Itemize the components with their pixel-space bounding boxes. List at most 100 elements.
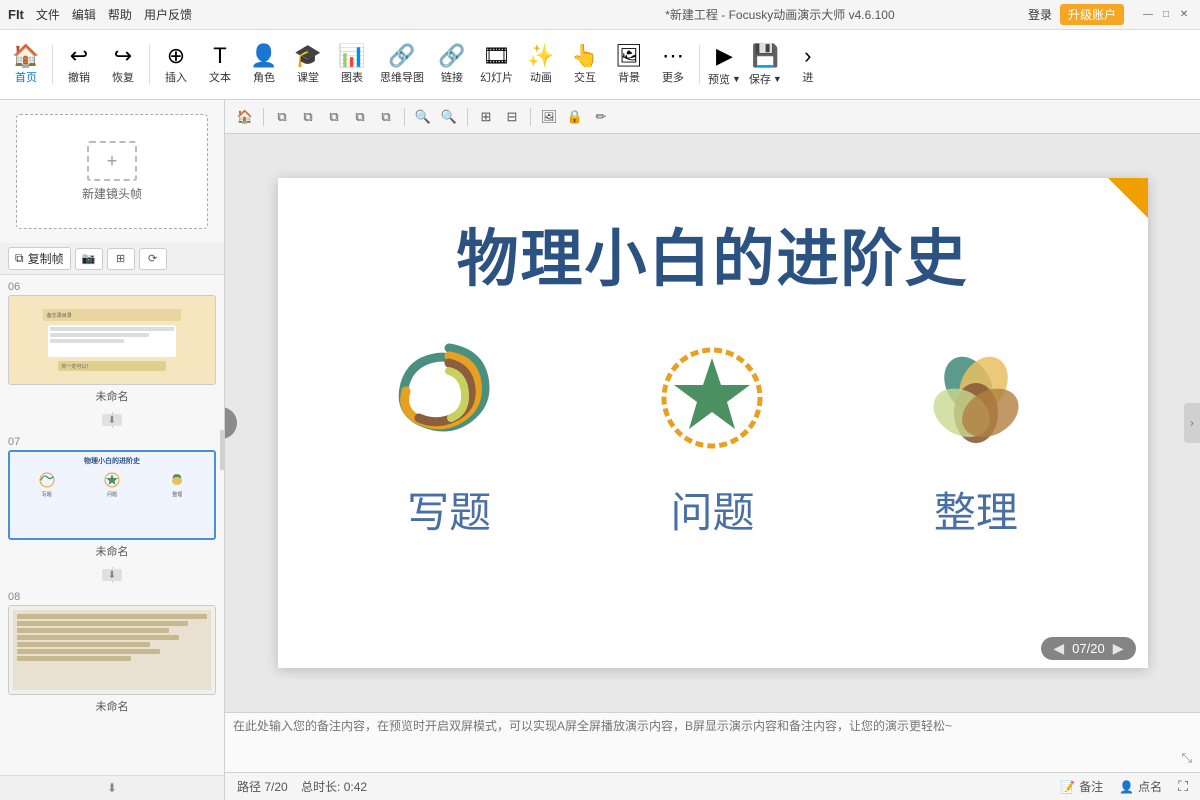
toolbar-undo[interactable]: ↩ 撤销	[57, 41, 101, 89]
lock-btn[interactable]: 🔒	[563, 105, 587, 129]
toolbar-preview[interactable]: ▶ 预览 ▼	[704, 39, 745, 91]
toolbar-bg[interactable]: 🖼 背景	[607, 41, 651, 89]
zoom-in-btn[interactable]: 🔍	[411, 105, 435, 129]
login-button[interactable]: 登录	[1028, 6, 1052, 23]
slideshow-label: 幻灯片	[480, 69, 513, 85]
app-logo: FIt	[8, 7, 24, 22]
zoom-out-btn[interactable]: 🔍	[437, 105, 461, 129]
notes-expand-button[interactable]: ⤡	[1182, 750, 1192, 766]
canvas-toolbar: 🏠 ⧉ ⧉ ⧉ ⧉ ⧉ 🔍 🔍 ⊞ ⊟ 🖼 🔒 ✏	[225, 100, 1200, 134]
slide-item-08[interactable]: 08 未命名	[0, 585, 224, 720]
thumb-06-content: 备忘录目录 你一定可以！	[9, 296, 215, 384]
canvas-content: 7 物理小白的进阶史	[225, 134, 1200, 712]
toolbar-text[interactable]: T 文本	[198, 41, 242, 89]
upgrade-button[interactable]: 升级账户	[1060, 4, 1124, 25]
slide-thumb-06: 备忘录目录 你一定可以！	[8, 295, 216, 385]
image-btn[interactable]: 🖼	[537, 105, 561, 129]
canvas-copy-btn[interactable]: ⧉	[270, 105, 294, 129]
maximize-button[interactable]: □	[1158, 7, 1174, 23]
slide-name-07: 未命名	[8, 543, 216, 559]
role-label: 角色	[253, 69, 275, 85]
ct-sep-2	[404, 108, 405, 126]
close-button[interactable]: ✕	[1176, 7, 1192, 23]
slide-name-08: 未命名	[8, 698, 216, 714]
window-controls: — □ ✕	[1140, 7, 1192, 23]
toolbar-redo[interactable]: ↪ 恢复	[101, 41, 145, 89]
note-button[interactable]: 📝 备注	[1060, 778, 1103, 795]
toolbar-insert[interactable]: ⊕ 插入	[154, 41, 198, 89]
thumb-icon-2: 问题	[102, 470, 122, 498]
toolbar-role[interactable]: 👤 角色	[242, 41, 286, 89]
fullscreen-button[interactable]: ⛶	[1178, 778, 1188, 795]
canvas-slide[interactable]: 物理小白的进阶史	[278, 178, 1148, 668]
canvas-ungroup-btn[interactable]: ⧉	[374, 105, 398, 129]
counter-next[interactable]: ▶	[1113, 640, 1124, 657]
menu-file[interactable]: 文件	[36, 6, 60, 23]
toolbar-home[interactable]: 🏠 首页	[4, 41, 48, 89]
fit-btn[interactable]: ⊞	[107, 248, 135, 270]
chart-label: 图表	[341, 69, 363, 85]
sidebar-scroll: + 新建镜头帧 ⧉ 复制帧 📷 ⊞ ⟳ 06	[0, 100, 224, 775]
flower-icon	[916, 338, 1036, 463]
thumb-icon-3: 整理	[167, 470, 187, 498]
slide-thumb-08	[8, 605, 216, 695]
more-icon: ⋯	[662, 45, 684, 67]
slide-item-07[interactable]: 07 物理小白的进阶史 写题	[0, 430, 224, 565]
classroom-label: 课堂	[297, 69, 319, 85]
next-label: 进	[802, 69, 813, 85]
transform-btn[interactable]: ⟳	[139, 248, 167, 270]
sidebar: + 新建镜头帧 ⧉ 复制帧 📷 ⊞ ⟳ 06	[0, 100, 225, 800]
grid-btn[interactable]: ⊞	[474, 105, 498, 129]
snap-btn[interactable]: ⊟	[500, 105, 524, 129]
frame-controls: ⧉ 复制帧 📷 ⊞ ⟳	[0, 243, 224, 275]
chart-icon: 📊	[338, 45, 365, 67]
home-label: 首页	[15, 69, 37, 85]
canvas-home-btn[interactable]: 🏠	[233, 105, 257, 129]
toolbar-interact[interactable]: 👆 交互	[563, 41, 607, 89]
plus-icon: +	[107, 151, 118, 172]
status-right: 📝 备注 👤 点名 ⛶	[1060, 778, 1188, 795]
menu-help[interactable]: 帮助	[108, 6, 132, 23]
interact-icon: 👆	[571, 45, 598, 67]
slide-item-06[interactable]: 06 备忘录目录 你一定可以！ 未	[0, 275, 224, 410]
mindmap-label: 思维导图	[380, 69, 424, 85]
canvas-paste-btn[interactable]: ⧉	[296, 105, 320, 129]
toolbar-more[interactable]: ⋯ 更多	[651, 41, 695, 89]
save-label: 保存 ▼	[749, 71, 782, 87]
copy-frame-button[interactable]: ⧉ 复制帧	[8, 247, 71, 270]
toolbar-chart[interactable]: 📊 图表	[330, 41, 374, 89]
notes-input[interactable]	[233, 717, 1192, 768]
link-icon: 🔗	[438, 45, 465, 67]
canvas-cut-btn[interactable]: ⧉	[322, 105, 346, 129]
toolbar-save[interactable]: 💾 保存 ▼	[745, 39, 786, 91]
toolbar-mindmap[interactable]: 🔗 思维导图	[374, 41, 430, 89]
toolbar-link[interactable]: 🔗 链接	[430, 41, 474, 89]
toolbar-animation[interactable]: ✨ 动画	[519, 41, 563, 89]
undo-label: 撤销	[68, 69, 90, 85]
next-icon: ›	[804, 45, 811, 67]
star-icon	[652, 338, 772, 463]
canvas-group-btn[interactable]: ⧉	[348, 105, 372, 129]
menu-feedback[interactable]: 用户反馈	[144, 6, 192, 23]
slide-number-06: 06	[8, 281, 216, 293]
thumb-07-content: 物理小白的进阶史 写题	[10, 452, 214, 538]
thumb-icons: 写题 问题	[14, 470, 210, 498]
minimize-button[interactable]: —	[1140, 7, 1156, 23]
toolbar-slideshow[interactable]: 🎞 幻灯片	[474, 41, 519, 89]
main-area: + 新建镜头帧 ⧉ 复制帧 📷 ⊞ ⟳ 06	[0, 100, 1200, 800]
new-frame-button[interactable]: + 新建镜头帧	[16, 114, 208, 229]
title-right: 登录 升级账户 — □ ✕	[1028, 4, 1192, 25]
slide-number-badge: 7	[225, 407, 237, 439]
edit-btn[interactable]: ✏	[589, 105, 613, 129]
point-button[interactable]: 👤 点名	[1119, 778, 1162, 795]
menu-edit[interactable]: 编辑	[72, 6, 96, 23]
toolbar-next[interactable]: › 进	[786, 41, 830, 89]
screenshot-btn[interactable]: 📷	[75, 248, 103, 270]
menu-bar: 文件 编辑 帮助 用户反馈	[36, 6, 532, 23]
toolbar-classroom[interactable]: 🎓 课堂	[286, 41, 330, 89]
home-icon: 🏠	[12, 45, 39, 67]
slide-thumb-07: 物理小白的进阶史 写题	[8, 450, 216, 540]
counter-prev[interactable]: ◀	[1053, 640, 1064, 657]
notes-area: ⤡	[225, 712, 1200, 772]
canvas-right-collapse[interactable]: ›	[1184, 403, 1200, 443]
